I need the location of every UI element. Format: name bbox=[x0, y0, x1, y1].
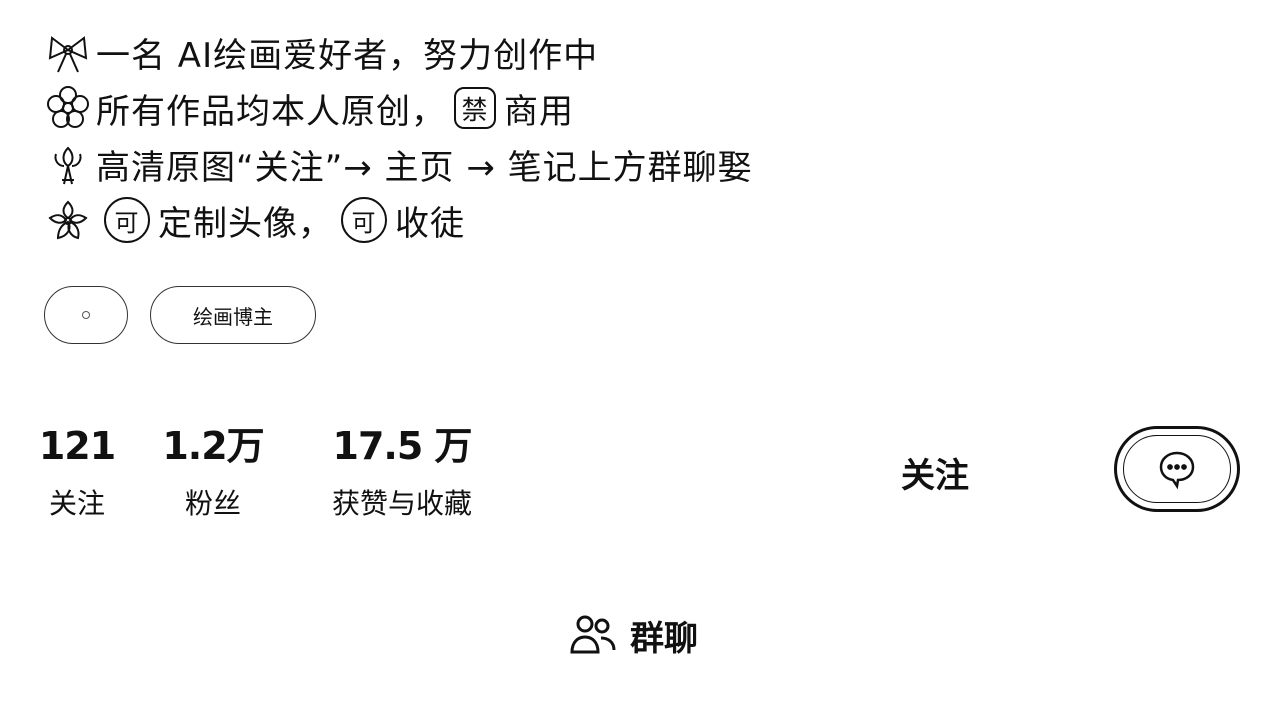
stat-following[interactable]: 121 关注 bbox=[39, 424, 116, 524]
bouquet-icon bbox=[44, 140, 96, 188]
people-icon bbox=[570, 615, 616, 654]
can-badge: 可 bbox=[104, 197, 150, 243]
bio-text: 定制头像， bbox=[158, 203, 333, 244]
bio-text: 所有作品均本人原创， bbox=[96, 91, 446, 132]
bio-text-suffix: 商用 bbox=[504, 91, 574, 132]
stat-value: 121 bbox=[38, 424, 116, 468]
message-button[interactable] bbox=[1114, 426, 1240, 512]
stat-value: 1.2万 bbox=[162, 424, 264, 468]
can-badge: 可 bbox=[341, 197, 387, 243]
bow-icon bbox=[44, 28, 96, 76]
bio-text: 一名 AI绘画爱好者，努力创作中 bbox=[96, 35, 599, 76]
bio-text: 高清原图“关注”→ 主页 → 笔记上方群聊娶 bbox=[96, 147, 753, 188]
gender-tag[interactable] bbox=[44, 286, 128, 344]
bio-line-2: 所有作品均本人原创， 禁 商用 bbox=[44, 80, 753, 136]
stat-value: 17.5 万 bbox=[332, 424, 473, 468]
stat-likes-collects[interactable]: 17.5 万 获赞与收藏 bbox=[318, 424, 486, 524]
stat-label: 获赞与收藏 bbox=[331, 487, 472, 520]
stat-followers[interactable]: 1.2万 粉丝 bbox=[162, 424, 264, 524]
stat-label: 粉丝 bbox=[184, 487, 241, 520]
blossom-icon bbox=[44, 196, 96, 244]
bio-line-1: 一名 AI绘画爱好者，努力创作中 bbox=[44, 24, 753, 80]
profile-stats: 121 关注 1.2万 粉丝 17.5 万 获赞与收藏 bbox=[39, 424, 486, 524]
group-chat-button[interactable]: 群聊 bbox=[568, 610, 698, 660]
topic-tag[interactable]: 绘画博主 bbox=[150, 286, 316, 344]
stat-label: 关注 bbox=[48, 487, 105, 520]
bio-text: 收徒 bbox=[395, 203, 465, 244]
profile-tags: 绘画博主 bbox=[44, 286, 316, 344]
chat-bubble-icon bbox=[1159, 451, 1195, 490]
prohibited-badge: 禁 bbox=[454, 87, 496, 129]
topic-tag-label: 绘画博主 bbox=[193, 304, 273, 329]
profile-bio: 一名 AI绘画爱好者，努力创作中 所有作品均本人原创， 禁 商用 高清原图“关注… bbox=[44, 24, 753, 248]
group-chat-label: 群聊 bbox=[630, 618, 698, 659]
gender-icon bbox=[82, 311, 90, 319]
bio-line-3: 高清原图“关注”→ 主页 → 笔记上方群聊娶 bbox=[44, 136, 753, 192]
bio-line-4: 可 定制头像， 可 收徒 bbox=[44, 192, 753, 248]
follow-button[interactable]: 关注 bbox=[880, 440, 990, 504]
flower-icon bbox=[44, 84, 96, 132]
